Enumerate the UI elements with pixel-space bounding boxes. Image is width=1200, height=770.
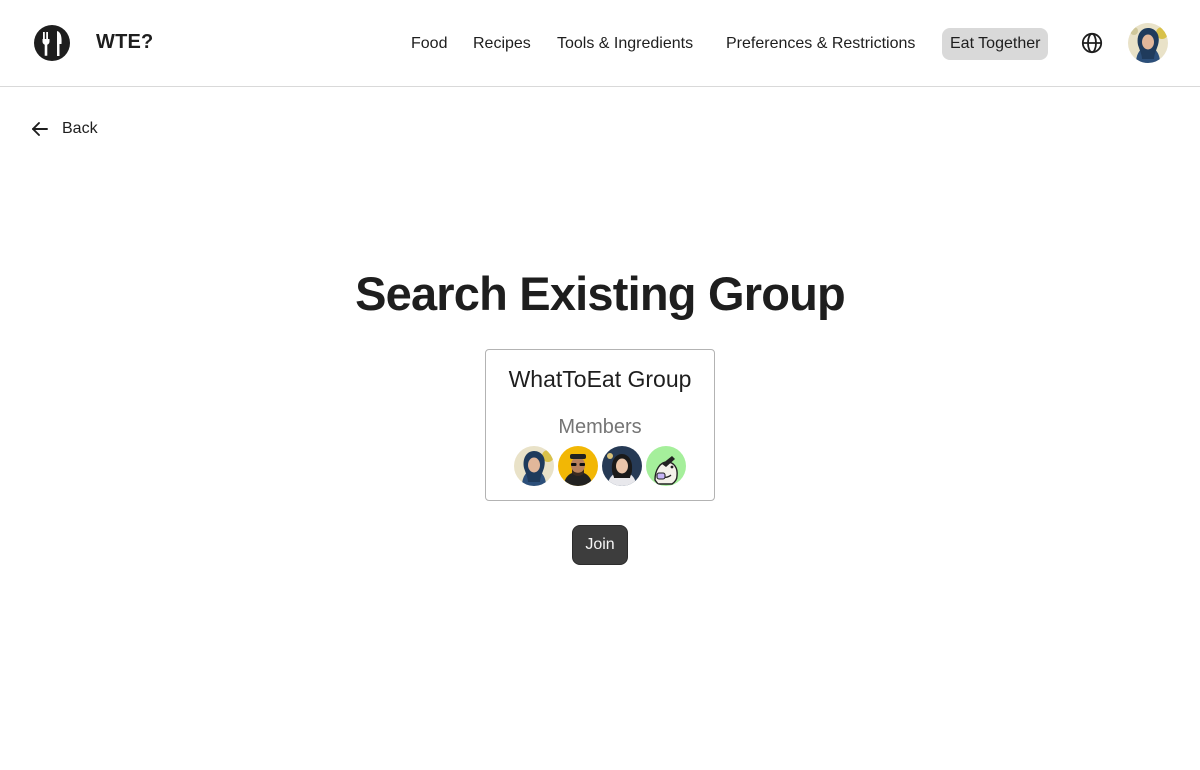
nav-item-food[interactable]: Food — [411, 28, 447, 60]
page-title: Search Existing Group — [355, 267, 846, 320]
group-card[interactable]: WhatToEat Group Members — [485, 349, 715, 501]
nav-item-eat-together[interactable]: Eat Together — [942, 28, 1049, 60]
member-3-avatar — [602, 446, 642, 486]
fork-knife-logo-icon[interactable] — [33, 24, 71, 62]
back-link[interactable]: Back — [30, 116, 98, 142]
nav-item-tools-ingredients[interactable]: Tools & Ingredients — [557, 28, 693, 60]
brand-name[interactable]: WTE? — [96, 31, 153, 54]
back-label: Back — [62, 120, 98, 137]
globe-icon[interactable] — [1081, 32, 1103, 54]
group-name: WhatToEat Group — [508, 366, 692, 392]
top-navigation-bar: WTE? Food Recipes Tools & Ingredients Pr… — [0, 0, 1200, 87]
nav-item-preferences-restrictions[interactable]: Preferences & Restrictions — [726, 28, 915, 60]
member-4-avatar — [646, 446, 686, 486]
members-label: Members — [558, 416, 642, 438]
member-2-avatar — [558, 446, 598, 486]
arrow-left-icon — [32, 122, 48, 136]
member-1-avatar — [514, 446, 554, 486]
user-avatar[interactable] — [1128, 23, 1168, 63]
join-button[interactable]: Join — [572, 525, 628, 565]
nav-item-recipes[interactable]: Recipes — [473, 28, 531, 60]
